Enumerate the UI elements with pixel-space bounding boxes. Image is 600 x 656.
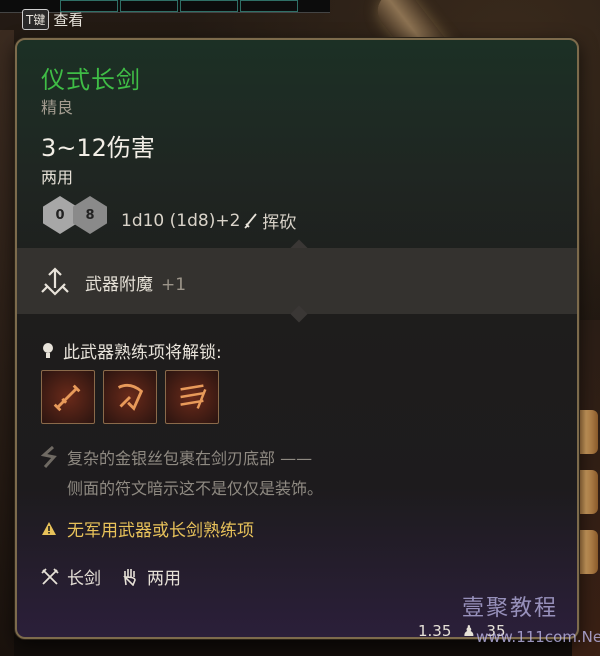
item-tags: 长剑 两用 — [41, 564, 191, 589]
d10-icon: 0 — [43, 196, 77, 234]
inspect-label: 查看 — [53, 10, 84, 29]
item-handedness: 两用 — [41, 168, 74, 187]
hotbar-slot[interactable] — [120, 0, 178, 12]
key-badge: T键 — [22, 8, 50, 30]
tag-versatile: 两用 — [121, 564, 181, 589]
slashing-icon — [244, 212, 258, 229]
proficiency-actions — [41, 370, 219, 424]
watermark-url: www.111com.Net — [476, 628, 600, 646]
proficiency-warning: 无军用武器或长剑熟练项 — [41, 516, 254, 541]
d8-icon: 8 — [73, 196, 107, 234]
tag-longsword: 长剑 — [41, 564, 101, 589]
proficiency-unlock-row: 此武器熟练项将解锁: — [41, 338, 222, 363]
stat-weight: 1.35 — [418, 622, 452, 640]
item-damage: 3~12伤害 — [41, 134, 155, 162]
inspect-key-hint[interactable]: T键 查看 — [22, 8, 89, 30]
enchant-label-row: 武器附魔 +1 — [85, 270, 186, 295]
item-title: 仪式长剑 — [41, 66, 141, 94]
proficiency-icon — [43, 342, 53, 358]
action-pommel-strike-icon[interactable] — [41, 370, 95, 424]
crossed-swords-icon — [41, 567, 59, 585]
action-cleave-icon[interactable] — [103, 370, 157, 424]
dice-icon-group: 0 8 — [43, 196, 113, 236]
proficiency-unlock-label: 此武器熟练项将解锁: — [63, 343, 222, 363]
item-tooltip: 仪式长剑 精良 3~12伤害 两用 0 8 1d10 (1d8)+2 挥砍 武器… — [15, 38, 579, 639]
person-icon: ♟ — [462, 622, 476, 640]
warning-text: 无军用武器或长剑熟练项 — [67, 521, 254, 541]
item-rarity: 精良 — [41, 98, 74, 117]
damage-type: 挥砍 — [262, 213, 297, 233]
hotbar-slot[interactable] — [240, 0, 298, 12]
enchant-bonus: +1 — [161, 275, 187, 295]
hotbar-slot[interactable] — [180, 0, 238, 12]
lore-quill-icon — [41, 446, 57, 468]
description-line: 侧面的符文暗示这不是仅仅是装饰。 — [67, 479, 324, 498]
warning-icon — [42, 522, 56, 535]
damage-formula-row: 1d10 (1d8)+2 挥砍 — [121, 208, 297, 234]
enchant-section: 武器附魔 +1 — [17, 248, 577, 314]
hand-icon — [123, 568, 136, 586]
damage-formula: 1d10 (1d8)+2 — [121, 210, 241, 231]
description-line: 复杂的金银丝包裹在剑刃底部 —— — [67, 449, 313, 468]
tag-label: 长剑 — [67, 569, 101, 589]
tag-label: 两用 — [147, 569, 181, 589]
weapon-enchant-icon — [41, 267, 69, 296]
watermark-text: 壹聚教程 — [462, 596, 559, 621]
enchant-label: 武器附魔 — [85, 275, 153, 295]
item-description: 复杂的金银丝包裹在剑刃底部 —— 侧面的符文暗示这不是仅仅是装饰。 — [41, 444, 323, 504]
action-lacerate-icon[interactable] — [165, 370, 219, 424]
left-scene-strip — [0, 30, 14, 656]
